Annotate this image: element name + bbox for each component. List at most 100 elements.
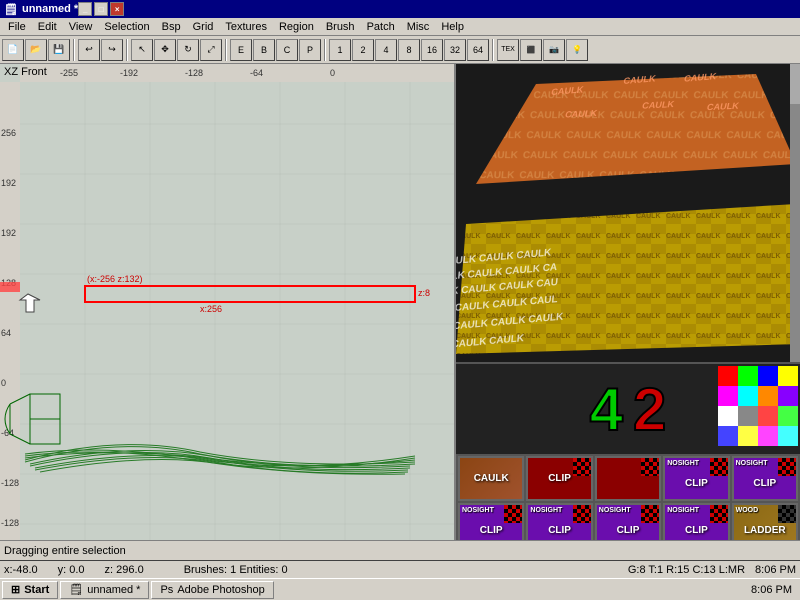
svg-text:CAULK: CAULK — [706, 101, 740, 112]
color-light-green — [778, 406, 798, 426]
toolbar-sep5 — [492, 39, 494, 61]
svg-text:-64: -64 — [250, 68, 263, 78]
texture-caulk[interactable]: CAULK — [458, 456, 524, 501]
texture-clip-1[interactable]: CLIP — [526, 456, 592, 501]
toolbar-grid7[interactable]: 64 — [467, 39, 489, 61]
toolbar-sep3 — [225, 39, 227, 61]
toolbar-light[interactable]: 💡 — [566, 39, 588, 61]
clock-display: 8:06 PM — [755, 564, 796, 576]
toolbar-scale[interactable]: ⤢ — [200, 39, 222, 61]
toolbar-tex1[interactable]: TEX — [497, 39, 519, 61]
nosight-clip-label-2: CLIP — [753, 478, 776, 489]
menu-region[interactable]: Region — [273, 20, 320, 34]
nosight-label-4: NOSIGHT — [530, 507, 562, 514]
menu-misc[interactable]: Misc — [401, 20, 436, 34]
menu-file[interactable]: File — [2, 20, 32, 34]
close-button[interactable]: × — [110, 2, 124, 16]
taskbar-clock: 8:06 PM — [745, 584, 798, 596]
color-red — [718, 366, 738, 386]
toolbar-entity[interactable]: E — [230, 39, 252, 61]
photoshop-label: Adobe Photoshop — [177, 584, 264, 596]
toolbar-tex2[interactable]: ⬛ — [520, 39, 542, 61]
minimize-button[interactable]: _ — [78, 2, 92, 16]
texture-clip-2[interactable] — [595, 456, 661, 501]
toolbar-sep4 — [324, 39, 326, 61]
nosight-checker-6 — [710, 505, 728, 523]
nosight-checker-3 — [504, 505, 522, 523]
statusbar: Dragging entire selection — [0, 540, 800, 560]
xz-view-label: XZ Front — [4, 66, 47, 78]
toolbar-cam[interactable]: 📷 — [543, 39, 565, 61]
nosight-checker-2 — [778, 458, 796, 476]
wood-checker — [778, 505, 796, 523]
titlebar: 🗒 unnamed * _ □ × — [0, 0, 800, 18]
maximize-button[interactable]: □ — [94, 2, 108, 16]
3d-viewport[interactable]: CAULK CAULK CAULK CAULK CAULK — [456, 64, 800, 364]
toolbar-grid4[interactable]: 8 — [398, 39, 420, 61]
toolbar-rotate[interactable]: ↻ — [177, 39, 199, 61]
color-light-cyan — [778, 426, 798, 446]
svg-text:0: 0 — [330, 68, 335, 78]
texture-nosight-clip-1[interactable]: NOSIGHT CLIP — [663, 456, 729, 501]
menu-edit[interactable]: Edit — [32, 20, 63, 34]
nosight-clip-label-3: CLIP — [480, 525, 503, 536]
toolbar-save[interactable]: 💾 — [48, 39, 70, 61]
toolbar-open[interactable]: 📂 — [25, 39, 47, 61]
svg-text:64: 64 — [1, 328, 11, 338]
texture-nosight-clip-3[interactable]: NOSIGHT CLIP — [458, 503, 524, 540]
nosight-label-6: NOSIGHT — [667, 507, 699, 514]
svg-text:CAULK: CAULK — [564, 108, 598, 119]
toolbar-grid5[interactable]: 16 — [421, 39, 443, 61]
svg-text:256: 256 — [1, 128, 16, 138]
color-white — [718, 406, 738, 426]
status-message: Dragging entire selection — [4, 545, 126, 557]
toolbar-select[interactable]: ↖ — [131, 39, 153, 61]
texture-nosight-clip-2[interactable]: NOSIGHT CLIP — [732, 456, 798, 501]
toolbar-grid6[interactable]: 32 — [444, 39, 466, 61]
toolbar-brush[interactable]: B — [253, 39, 275, 61]
menu-grid[interactable]: Grid — [187, 20, 220, 34]
right-panel: CAULK CAULK CAULK CAULK CAULK — [456, 64, 800, 540]
toolbar-move[interactable]: ✥ — [154, 39, 176, 61]
texture-nosight-clip-6[interactable]: NOSIGHT CLIP — [663, 503, 729, 540]
toolbar-clip[interactable]: C — [276, 39, 298, 61]
color-green — [738, 366, 758, 386]
texture-wood-ladder[interactable]: WOOD LADDER — [732, 503, 798, 540]
svg-text:-192: -192 — [120, 68, 138, 78]
start-icon: ⊞ — [11, 583, 20, 596]
color-palette — [718, 366, 798, 446]
svg-text:-128: -128 — [1, 518, 19, 528]
menu-selection[interactable]: Selection — [98, 20, 155, 34]
toolbar-redo[interactable]: ↪ — [101, 39, 123, 61]
toolbar-new[interactable]: 📄 — [2, 39, 24, 61]
toolbar-patch[interactable]: P — [299, 39, 321, 61]
menu-bsp[interactable]: Bsp — [156, 20, 187, 34]
menu-patch[interactable]: Patch — [361, 20, 401, 34]
toolbar-grid3[interactable]: 4 — [375, 39, 397, 61]
menu-help[interactable]: Help — [435, 20, 470, 34]
titlebar-controls: _ □ × — [78, 2, 124, 16]
texture-number-2: 2 — [633, 375, 666, 444]
svg-text:-128: -128 — [1, 478, 19, 488]
nosight-label-2: NOSIGHT — [736, 460, 768, 467]
grid-svg[interactable]: -255 -192 -128 -64 0 — [0, 64, 454, 540]
texture-nosight-clip-5[interactable]: NOSIGHT CLIP — [595, 503, 661, 540]
menu-textures[interactable]: Textures — [219, 20, 273, 34]
ladder-label: LADDER — [744, 525, 786, 536]
start-button[interactable]: ⊞ Start — [2, 581, 58, 599]
menu-view[interactable]: View — [63, 20, 99, 34]
svg-text:-128: -128 — [185, 68, 203, 78]
color-light-red — [758, 406, 778, 426]
menu-brush[interactable]: Brush — [320, 20, 361, 34]
toolbar-grid1[interactable]: 1 — [329, 39, 351, 61]
nosight-clip-label-5: CLIP — [617, 525, 640, 536]
toolbar-grid2[interactable]: 2 — [352, 39, 374, 61]
taskbar-app-radiant[interactable]: 🗒 unnamed * — [60, 581, 149, 599]
taskbar-app-photoshop[interactable]: Ps Adobe Photoshop — [151, 581, 273, 599]
toolbar-sep1 — [73, 39, 75, 61]
texture-nosight-clip-4[interactable]: NOSIGHT CLIP — [526, 503, 592, 540]
texture-number-4: 4 — [590, 375, 623, 444]
toolbar-undo[interactable]: ↩ — [78, 39, 100, 61]
nosight-clip-label-4: CLIP — [548, 525, 571, 536]
color-purple — [778, 386, 798, 406]
